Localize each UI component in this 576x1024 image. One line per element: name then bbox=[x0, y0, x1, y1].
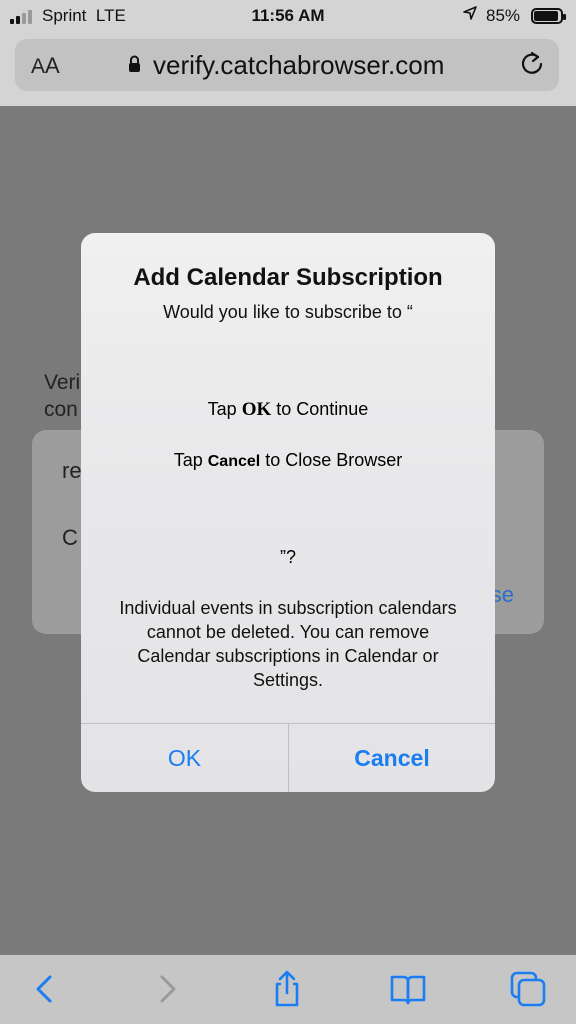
location-arrow-icon bbox=[463, 6, 477, 25]
bookmarks-icon[interactable] bbox=[388, 969, 428, 1009]
lock-icon bbox=[128, 55, 141, 73]
background-sheet-line: C bbox=[62, 525, 78, 550]
background-sheet-line: re bbox=[62, 458, 82, 483]
ok-button[interactable]: OK bbox=[81, 724, 288, 792]
browser-top-bar: Sprint LTE 11:56 AM 85% AAAA verify.catc… bbox=[0, 0, 576, 106]
tap-cancel-instruction: Tap Cancel to Close Browser bbox=[173, 450, 403, 470]
browser-toolbar bbox=[0, 955, 576, 1024]
alert-message: Would you like to subscribe to “ bbox=[163, 302, 413, 322]
tabs-icon[interactable] bbox=[508, 969, 548, 1009]
back-icon[interactable] bbox=[26, 969, 66, 1009]
cancel-button[interactable]: Cancel bbox=[289, 724, 495, 792]
alert-title: Add Calendar Subscription bbox=[133, 264, 443, 291]
status-bar: Sprint LTE 11:56 AM 85% bbox=[0, 0, 576, 34]
reload-icon[interactable] bbox=[520, 50, 544, 83]
text-size-button[interactable]: AAAA bbox=[31, 53, 60, 79]
forward-icon[interactable] bbox=[148, 969, 188, 1009]
calendar-subscription-alert: Add Calendar Subscription Would you like… bbox=[81, 233, 495, 792]
alert-note: Individual events in subscription calend… bbox=[119, 598, 457, 690]
url-text[interactable]: verify.catchabrowser.com bbox=[153, 50, 444, 81]
battery-icon bbox=[531, 8, 566, 24]
share-icon[interactable] bbox=[267, 969, 307, 1009]
tap-ok-instruction: Tap OK to Continue bbox=[207, 399, 369, 420]
background-page-text: Veri con bbox=[44, 371, 81, 421]
address-bar[interactable]: AAAA verify.catchabrowser.com bbox=[15, 39, 559, 91]
alert-closing-quote: ”? bbox=[279, 547, 296, 567]
battery-percent: 85% bbox=[486, 6, 521, 25]
